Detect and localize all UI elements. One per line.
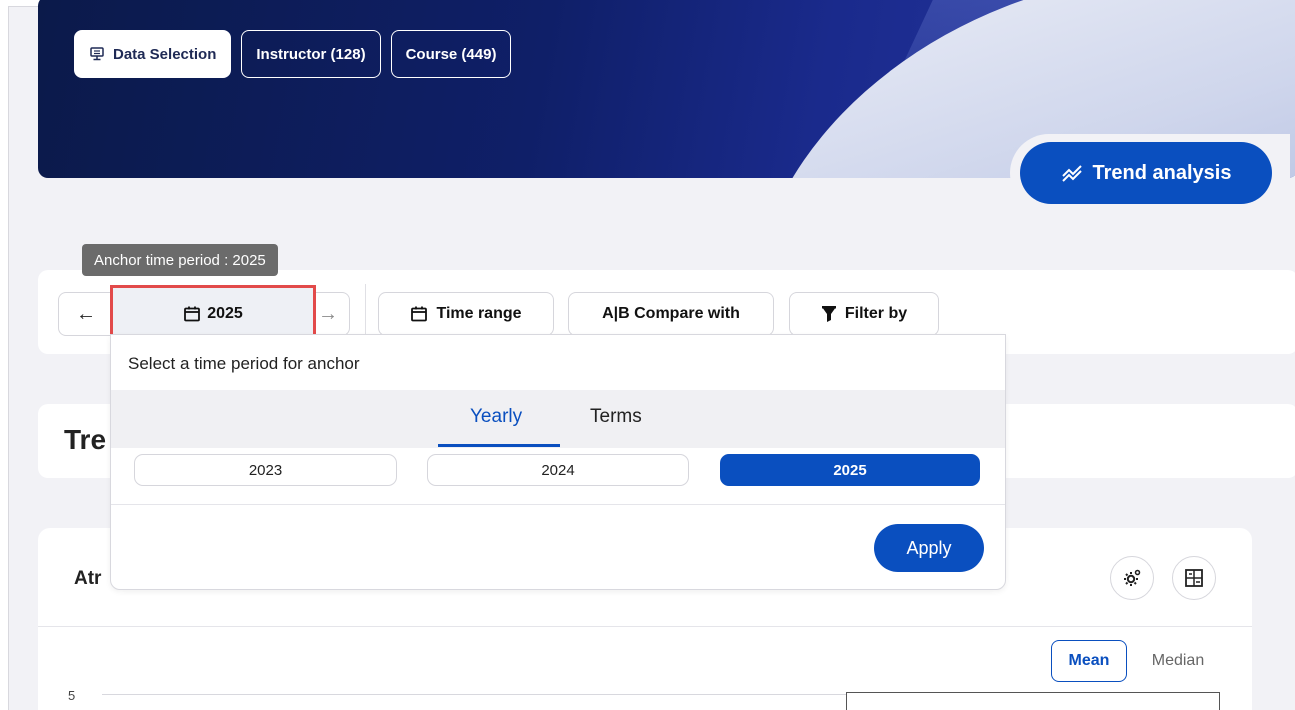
time-range-button[interactable]: Time range [378, 292, 554, 336]
calendar-icon [183, 305, 201, 323]
median-toggle-button[interactable]: Median [1136, 640, 1220, 682]
mean-toggle-button[interactable]: Mean [1051, 640, 1127, 682]
tab-data-selection-label: Data Selection [113, 45, 217, 63]
anchor-tooltip: Anchor time period : 2025 [82, 244, 278, 276]
tab-terms[interactable]: Terms [590, 406, 642, 428]
time-range-label: Time range [436, 305, 522, 322]
chart-card-divider [38, 626, 1252, 627]
monitor-icon [89, 46, 105, 62]
year-option-label: 2025 [833, 461, 867, 479]
popover-tab-bar [111, 390, 1005, 448]
compare-with-label: A|B Compare with [602, 305, 740, 322]
trend-line-icon [1061, 163, 1083, 183]
filter-icon [821, 305, 837, 323]
filter-by-button[interactable]: Filter by [789, 292, 939, 336]
year-option-label: 2023 [248, 461, 283, 479]
tab-instructor[interactable]: Instructor (128) [241, 30, 381, 78]
year-option-2025[interactable]: 2025 [720, 454, 980, 486]
y-axis-gridline [102, 694, 846, 695]
chart-legend-box [846, 692, 1220, 710]
year-option-2024[interactable]: 2024 [427, 454, 689, 486]
gear-icon [1122, 568, 1142, 588]
mean-label: Mean [1068, 652, 1110, 669]
tab-instructor-label: Instructor (128) [256, 45, 366, 63]
year-option-label: 2024 [541, 461, 575, 479]
year-option-2023[interactable]: 2023 [134, 454, 397, 486]
next-period-button[interactable]: → [310, 296, 346, 332]
compare-with-button[interactable]: A|B Compare with [568, 292, 774, 336]
median-label: Median [1151, 652, 1205, 669]
active-tab-indicator [438, 444, 560, 447]
anchor-tooltip-text: Anchor time period : 2025 [94, 251, 266, 269]
popover-divider [111, 504, 1005, 505]
filter-by-label: Filter by [844, 305, 908, 322]
trend-analysis-button[interactable]: Trend analysis [1020, 142, 1272, 204]
tab-course-label: Course (449) [405, 45, 497, 63]
chart-card-title: Atr [74, 568, 102, 589]
trend-analysis-label: Trend analysis [1092, 161, 1232, 184]
arrow-left-icon: ← [76, 302, 96, 325]
previous-period-button[interactable]: ← [68, 296, 104, 332]
hero-tab-bar: Data Selection Instructor (128) Course (… [74, 30, 512, 78]
anchor-period-label: 2025 [207, 305, 243, 322]
y-axis-tick: 5 [68, 688, 76, 703]
tab-data-selection[interactable]: Data Selection [74, 30, 232, 78]
tab-yearly[interactable]: Yearly [470, 406, 522, 428]
apply-button[interactable]: Apply [874, 524, 984, 572]
apply-label: Apply [906, 537, 952, 558]
popover-title: Select a time period for anchor [128, 354, 360, 373]
arrow-right-icon: → [318, 302, 338, 325]
trend-section-title: Tre [64, 424, 107, 455]
chart-settings-button[interactable] [1110, 556, 1154, 600]
tab-course[interactable]: Course (449) [390, 30, 512, 78]
chart-layout-button[interactable] [1172, 556, 1216, 600]
calendar-icon [410, 305, 428, 323]
grid-layout-icon [1184, 568, 1204, 588]
